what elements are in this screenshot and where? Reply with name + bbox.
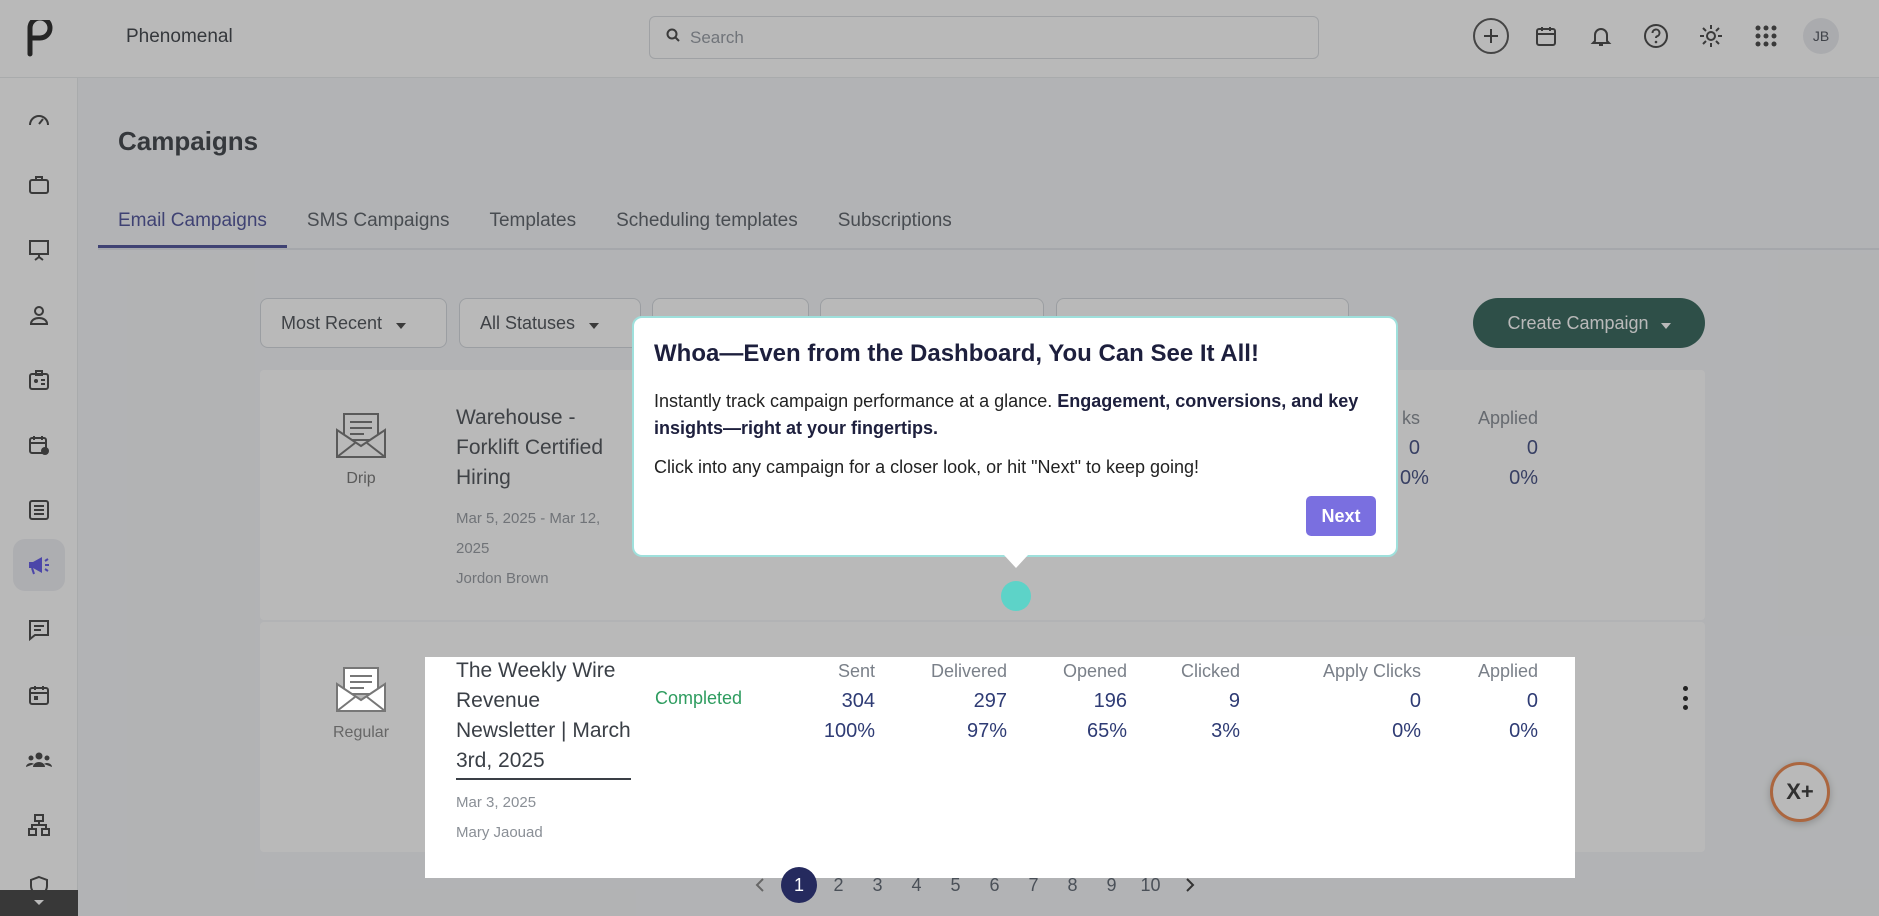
page-9[interactable]: 9	[1092, 867, 1131, 903]
page-2[interactable]: 2	[819, 867, 858, 903]
prev-page-icon[interactable]	[740, 867, 779, 903]
tour-pointer	[1004, 555, 1028, 568]
page-5[interactable]: 5	[936, 867, 975, 903]
campaign-type-label: Regular	[332, 724, 390, 741]
stat-applied: Applied 0 0%	[1477, 661, 1538, 742]
stat-apply-clicks: Apply Clicks 0 0%	[1322, 661, 1421, 742]
stat-sent: Sent 304 100%	[823, 661, 875, 742]
page-1[interactable]: 1	[781, 867, 817, 903]
campaign-meta: Mar 3, 2025 Mary Jaouad	[456, 794, 543, 841]
row-actions-menu-icon[interactable]	[1681, 686, 1689, 710]
tour-hint: Click into any campaign for a closer loo…	[654, 457, 1200, 477]
stat-delivered: Delivered 297 97%	[930, 661, 1007, 742]
campaign-type: Regular	[311, 664, 411, 742]
tour-popover: Whoa—Even from the Dashboard, You Can Se…	[632, 316, 1398, 557]
envelope-icon	[334, 664, 388, 714]
page-7[interactable]: 7	[1014, 867, 1053, 903]
pagination: 1 2 3 4 5 6 7 8 9 10	[740, 867, 1209, 903]
status-badge: Completed	[655, 688, 743, 708]
campaign-title-link[interactable]: The Weekly Wire Revenue Newsletter | Mar…	[456, 656, 631, 780]
page-10[interactable]: 10	[1131, 867, 1170, 903]
next-page-icon[interactable]	[1170, 867, 1209, 903]
page-4[interactable]: 4	[897, 867, 936, 903]
page-3[interactable]: 3	[858, 867, 897, 903]
page-8[interactable]: 8	[1053, 867, 1092, 903]
stat-opened: Opened 196 65%	[1062, 661, 1127, 742]
tour-description: Instantly track campaign performance at …	[654, 391, 1359, 438]
stat-clicked: Clicked 9 3%	[1180, 661, 1240, 742]
tour-title: Whoa—Even from the Dashboard, You Can Se…	[654, 340, 1259, 367]
tour-beacon[interactable]	[1001, 581, 1031, 611]
page-6[interactable]: 6	[975, 867, 1014, 903]
tour-next-button[interactable]: Next	[1306, 496, 1376, 536]
